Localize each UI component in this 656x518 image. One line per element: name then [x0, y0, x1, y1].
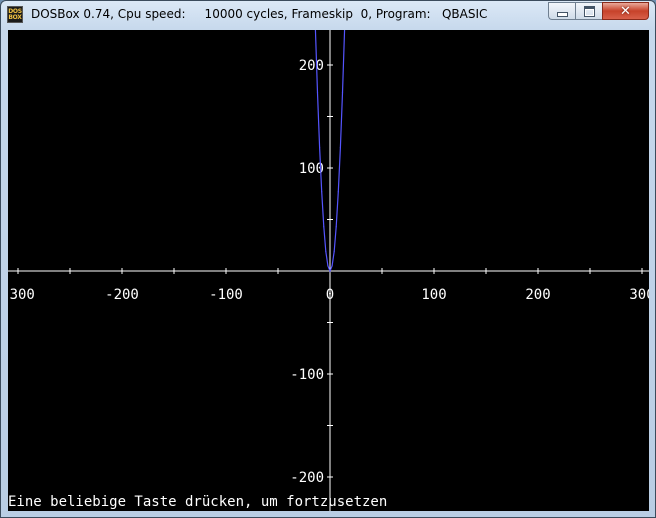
dosbox-app-icon[interactable]: DOS BOX	[7, 6, 23, 23]
y-tick-label: 200	[299, 58, 324, 74]
app-icon-text-bottom: BOX	[8, 13, 22, 21]
y-tick-label: -100	[290, 367, 324, 383]
plot-canvas: -300-200-1000100200300200100-100-200	[8, 30, 649, 511]
window-title: DOSBox 0.74, Cpu speed: 10000 cycles, Fr…	[31, 7, 488, 21]
minimize-button[interactable]	[548, 2, 575, 20]
curve-point	[329, 270, 331, 272]
maximize-icon	[583, 5, 595, 17]
x-tick-label: -300	[8, 287, 35, 303]
curve-point	[337, 191, 339, 193]
curve-point	[327, 265, 329, 267]
minimize-icon	[556, 11, 568, 17]
curve-point	[339, 146, 341, 148]
curve-point	[323, 226, 325, 228]
x-tick-label: -200	[105, 287, 139, 303]
x-tick-label: 100	[421, 287, 446, 303]
dos-screen[interactable]: -300-200-1000100200300200100-100-200 Ein…	[8, 30, 649, 511]
curve-point	[333, 250, 335, 253]
curve-point	[341, 92, 344, 94]
x-tick-label: -100	[209, 287, 243, 303]
close-button[interactable]: ✕	[602, 2, 649, 20]
curve-point	[319, 146, 321, 148]
title-bar[interactable]: DOS BOX DOSBox 0.74, Cpu speed: 10000 cy…	[1, 1, 655, 29]
x-tick-label: 0	[326, 287, 334, 303]
x-tick-label: 200	[525, 287, 550, 303]
curve-point	[325, 250, 327, 253]
dosbox-window: DOS BOX DOSBox 0.74, Cpu speed: 10000 cy…	[0, 0, 656, 518]
close-icon: ✕	[620, 3, 631, 19]
curve-point	[321, 191, 323, 193]
curve-point	[331, 265, 333, 267]
x-tick-label: 300	[629, 287, 649, 303]
y-tick-label: -200	[290, 470, 324, 486]
maximize-button[interactable]	[575, 2, 602, 20]
curve-point	[316, 92, 319, 94]
curve-point	[335, 226, 337, 228]
